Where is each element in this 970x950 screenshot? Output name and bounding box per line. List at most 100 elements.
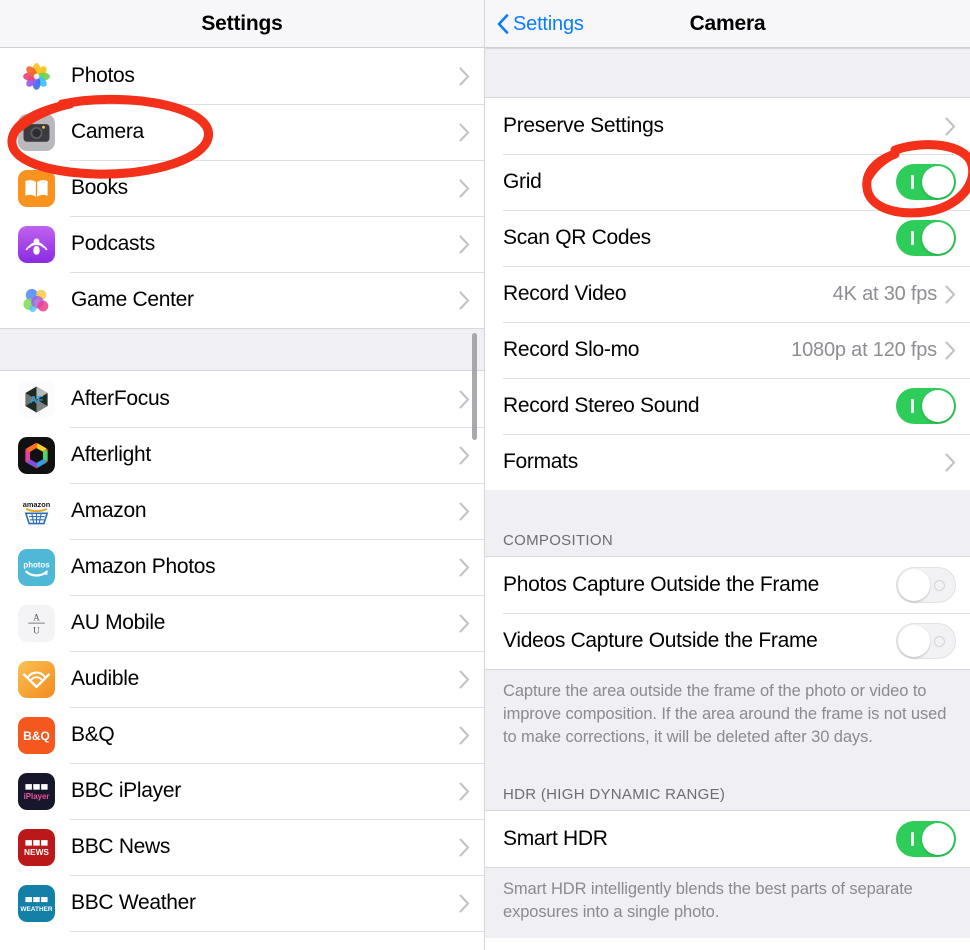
row-grid[interactable]: Grid <box>485 154 970 210</box>
photos-app-icon <box>18 57 55 95</box>
game-center-app-icon <box>18 281 55 319</box>
svg-text:AF: AF <box>30 395 44 406</box>
afterfocus-app-icon: AF <box>18 380 55 418</box>
sidebar-item-camera[interactable]: Camera <box>0 104 484 160</box>
toggle-knob <box>922 823 954 856</box>
row-label: Record Stereo Sound <box>503 394 700 417</box>
row-detail-value: 4K at 30 fps <box>832 282 938 305</box>
chevron-right-icon <box>459 290 470 310</box>
sidebar-item-afterfocus[interactable]: AF AfterFocus <box>0 371 484 427</box>
composition-section-header: COMPOSITION <box>485 490 970 557</box>
sidebar-item-bbc-news[interactable]: NEWS BBC News <box>0 819 484 875</box>
chevron-right-icon <box>459 501 470 521</box>
sidebar-item-amazon[interactable]: amazon Amazon <box>0 483 484 539</box>
sidebar-item-podcasts[interactable]: Podcasts <box>0 216 484 272</box>
amazon-app-icon: amazon <box>18 492 55 530</box>
sidebar-item-label: Photos <box>71 64 135 87</box>
chevron-right-icon <box>945 340 956 360</box>
toggle-on-mark-icon <box>911 231 914 245</box>
sidebar-item-label: Afterlight <box>71 443 151 466</box>
sidebar-item-audible[interactable]: Audible <box>0 651 484 707</box>
sidebar-item-label: BBC iPlayer <box>71 779 181 802</box>
settings-navbar: Settings <box>0 0 484 48</box>
sidebar-item-bbc-weather[interactable]: WEATHER BBC Weather <box>0 875 484 931</box>
photos-capture-outside-frame-toggle[interactable] <box>896 567 956 603</box>
back-button-label: Settings <box>513 12 584 35</box>
chevron-right-icon <box>945 116 956 136</box>
svg-text:WEATHER: WEATHER <box>20 905 53 912</box>
hdr-group: Smart HDR <box>485 811 970 868</box>
sidebar-item-photos[interactable]: Photos <box>0 48 484 104</box>
row-label: Formats <box>503 450 578 473</box>
sidebar-item-label: Books <box>71 176 128 199</box>
row-photos-capture-outside-frame[interactable]: Photos Capture Outside the Frame <box>485 557 970 613</box>
record-stereo-sound-toggle[interactable] <box>896 388 956 424</box>
sidebar-scrollbar[interactable] <box>472 333 477 440</box>
sidebar-item-label: AU Mobile <box>71 611 166 634</box>
sidebar-item-label: Amazon <box>71 499 147 522</box>
bbc-news-app-icon: NEWS <box>18 828 55 866</box>
sidebar-item-label: AfterFocus <box>71 387 170 410</box>
bbc-iplayer-app-icon: iPlayer <box>18 772 55 810</box>
row-record-video[interactable]: Record Video 4K at 30 fps <box>485 266 970 322</box>
top-group-spacer <box>485 48 970 98</box>
row-smart-hdr[interactable]: Smart HDR <box>485 811 970 868</box>
row-record-stereo-sound[interactable]: Record Stereo Sound <box>485 378 970 434</box>
chevron-right-icon <box>945 452 956 472</box>
sidebar-item-label: BBC News <box>71 835 171 858</box>
sidebar-item-afterlight[interactable]: Afterlight <box>0 427 484 483</box>
row-label: Record Slo-mo <box>503 338 640 361</box>
bbc-weather-app-icon: WEATHER <box>18 884 55 922</box>
svg-text:A: A <box>33 613 40 623</box>
row-label: Record Video <box>503 282 627 305</box>
sidebar-item-partial[interactable] <box>0 931 484 950</box>
podcasts-app-icon <box>18 225 55 263</box>
chevron-right-icon <box>459 613 470 633</box>
page-title: Camera <box>689 11 766 35</box>
row-label: Grid <box>503 170 542 193</box>
row-preserve-settings[interactable]: Preserve Settings <box>485 98 970 154</box>
chevron-left-icon <box>497 14 509 34</box>
smart-hdr-toggle[interactable] <box>896 821 956 858</box>
camera-navbar: Settings Camera <box>485 0 970 48</box>
sidebar-item-bbc-iplayer[interactable]: iPlayer BBC iPlayer <box>0 763 484 819</box>
sidebar-item-amazon-photos[interactable]: photos Amazon Photos <box>0 539 484 595</box>
chevron-right-icon <box>459 837 470 857</box>
svg-text:photos: photos <box>23 560 50 569</box>
amazon-photos-app-icon: photos <box>18 548 55 586</box>
toggle-on-mark-icon <box>911 399 914 413</box>
camera-app-icon <box>18 113 55 151</box>
hdr-section-header: HDR (HIGH DYNAMIC RANGE) <box>485 762 970 812</box>
toggle-on-mark-icon <box>911 175 914 189</box>
toggle-knob <box>922 166 954 198</box>
sidebar-item-game-center[interactable]: Game Center <box>0 272 484 328</box>
toggle-off-mark-icon <box>934 580 945 591</box>
sidebar-group-separator <box>0 328 484 371</box>
camera-main-group: Preserve Settings Grid Scan QR Codes Rec… <box>485 98 970 490</box>
row-scan-qr-codes[interactable]: Scan QR Codes <box>485 210 970 266</box>
row-formats[interactable]: Formats <box>485 434 970 490</box>
grid-toggle[interactable] <box>896 164 956 200</box>
sidebar-item-bq[interactable]: B&Q B&Q <box>0 707 484 763</box>
row-label: Videos Capture Outside the Frame <box>503 629 818 652</box>
videos-capture-outside-frame-toggle[interactable] <box>896 623 956 659</box>
svg-text:iPlayer: iPlayer <box>24 791 50 800</box>
ios-settings-split-view: Settings Photos Camera Books Podcasts Ga… <box>0 0 970 950</box>
sidebar-item-label: BBC Weather <box>71 891 196 914</box>
sidebar-item-label: Game Center <box>71 288 194 311</box>
svg-text:NEWS: NEWS <box>24 846 49 856</box>
composition-footer-text: Capture the area outside the frame of th… <box>485 669 970 763</box>
row-videos-capture-outside-frame[interactable]: Videos Capture Outside the Frame <box>485 613 970 669</box>
sidebar-item-books[interactable]: Books <box>0 160 484 216</box>
toggle-knob <box>898 625 930 657</box>
chevron-right-icon <box>459 669 470 689</box>
row-record-slo-mo[interactable]: Record Slo-mo 1080p at 120 fps <box>485 322 970 378</box>
chevron-right-icon <box>459 781 470 801</box>
sidebar-item-label: Audible <box>71 667 139 690</box>
composition-group: Photos Capture Outside the Frame Videos … <box>485 557 970 669</box>
row-label: Scan QR Codes <box>503 226 651 249</box>
back-button[interactable]: Settings <box>497 0 584 48</box>
row-label: Photos Capture Outside the Frame <box>503 573 820 596</box>
scan-qr-codes-toggle[interactable] <box>896 220 956 256</box>
sidebar-item-au-mobile[interactable]: A U AU Mobile <box>0 595 484 651</box>
